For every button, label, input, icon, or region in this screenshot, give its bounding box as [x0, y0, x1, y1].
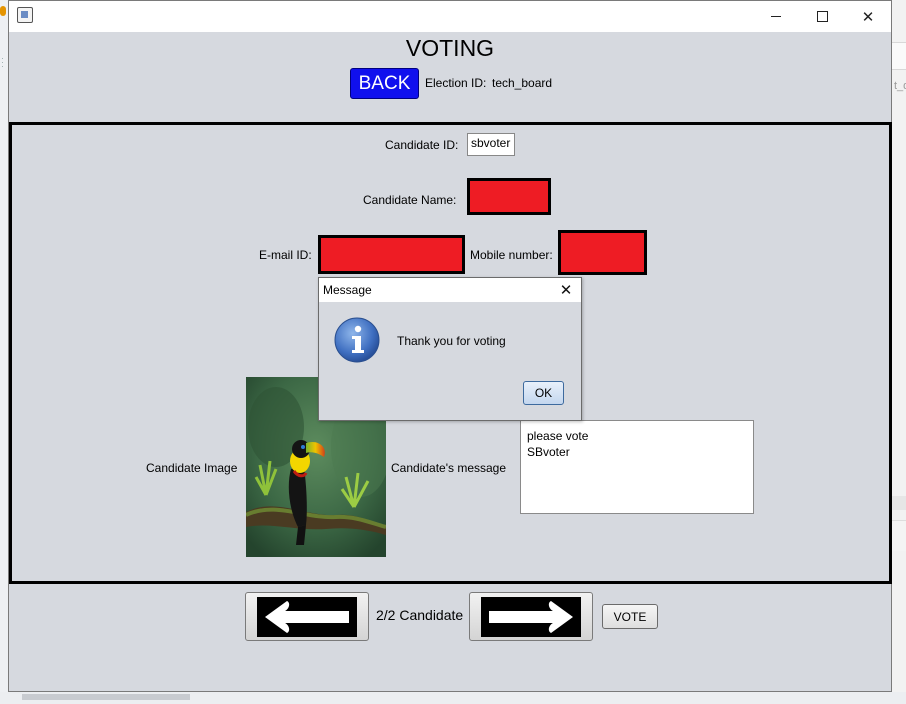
ok-button[interactable]: OK — [523, 381, 564, 405]
arrow-right-icon — [481, 596, 581, 637]
message-line: please vote — [527, 429, 589, 443]
email-redacted — [318, 235, 465, 274]
background-right-edge: t_d — [892, 0, 906, 704]
candidate-id-label: Candidate ID: — [385, 138, 459, 152]
minimize-icon — [771, 16, 781, 17]
background-bottom-edge — [0, 692, 906, 704]
close-icon: ✕ — [861, 8, 875, 26]
candidate-counter: 2/2 Candidate — [376, 607, 464, 623]
election-id-value: tech_board — [492, 76, 553, 90]
message-dialog: Message ✕ Thank you for voting OK — [318, 277, 582, 421]
back-button[interactable]: BACK — [350, 68, 419, 99]
dialog-message: Thank you for voting — [397, 334, 506, 348]
background-strip — [892, 520, 906, 551]
background-text-fragment: t_d — [894, 80, 906, 92]
background-strip — [892, 496, 906, 510]
dialog-title: Message — [323, 283, 372, 297]
close-icon: ✕ — [559, 282, 573, 299]
background-left-edge: · · · — [0, 0, 8, 704]
close-button[interactable]: ✕ — [845, 1, 891, 32]
candidate-message-label: Candidate's message — [391, 461, 507, 475]
background-app-icon — [0, 6, 6, 16]
maximize-icon — [816, 11, 828, 22]
dialog-titlebar[interactable]: Message ✕ — [319, 278, 581, 302]
mobile-label: Mobile number: — [470, 248, 553, 262]
message-line: SBvoter — [527, 445, 570, 459]
candidate-name-label: Candidate Name: — [363, 193, 457, 207]
java-app-icon — [17, 7, 33, 23]
page-title: VOTING — [405, 35, 495, 61]
window-titlebar[interactable]: ✕ — [9, 1, 891, 32]
arrow-left-icon — [257, 596, 357, 637]
next-candidate-button[interactable] — [469, 592, 593, 641]
mobile-redacted — [558, 230, 647, 275]
email-label: E-mail ID: — [259, 248, 312, 262]
info-icon — [334, 317, 380, 363]
background-scrollbar[interactable] — [22, 694, 190, 700]
maximize-button[interactable] — [799, 1, 845, 32]
previous-candidate-button[interactable] — [245, 592, 369, 641]
minimize-button[interactable] — [753, 1, 799, 32]
vote-button[interactable]: VOTE — [602, 604, 658, 629]
candidate-name-redacted — [467, 178, 551, 215]
candidate-image-label: Candidate Image — [146, 461, 238, 475]
candidate-id-field[interactable]: sbvoter — [467, 133, 515, 156]
background-grip: · · · — [1, 53, 4, 71]
dialog-close-button[interactable]: ✕ — [555, 280, 577, 300]
background-strip — [892, 42, 906, 70]
candidate-message-area[interactable]: please vote SBvoter — [520, 420, 754, 514]
election-id-label: Election ID: — [425, 76, 487, 90]
